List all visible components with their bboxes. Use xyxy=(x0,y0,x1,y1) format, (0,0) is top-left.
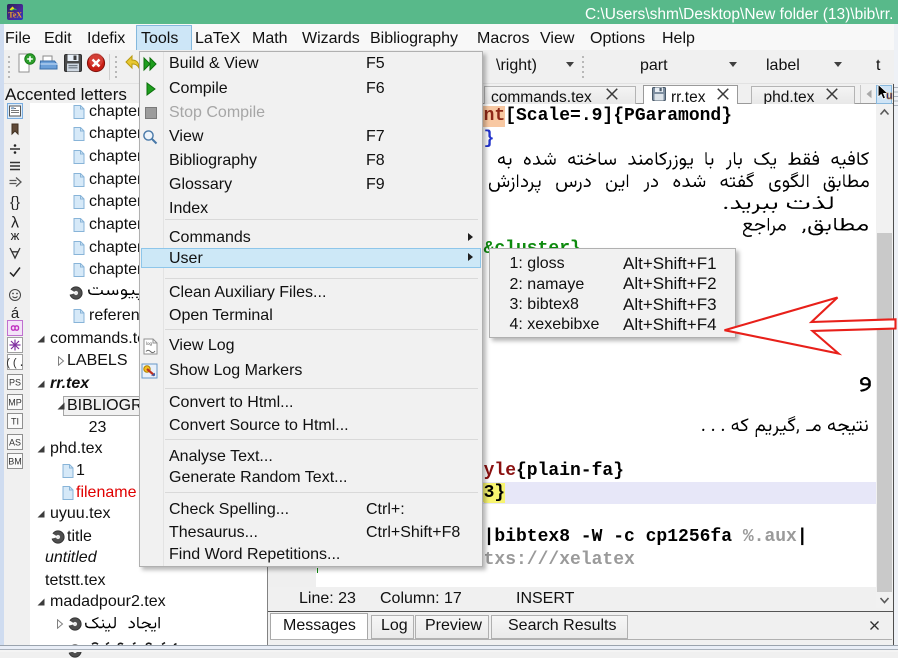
svg-text:log: log xyxy=(146,341,153,346)
svg-text:PS: PS xyxy=(9,378,21,388)
svg-text:ж: ж xyxy=(11,228,20,243)
svg-text:á: á xyxy=(11,305,20,321)
svg-text:TeX: TeX xyxy=(8,11,22,20)
svg-text:AS: AS xyxy=(9,438,21,448)
svg-text:BM: BM xyxy=(8,457,22,467)
svg-text:MP: MP xyxy=(8,398,22,408)
svg-text:((.: ((. xyxy=(7,358,23,370)
svg-text:u: u xyxy=(886,90,893,102)
svg-text:{}: {} xyxy=(10,194,20,210)
svg-text:TI: TI xyxy=(11,417,19,427)
